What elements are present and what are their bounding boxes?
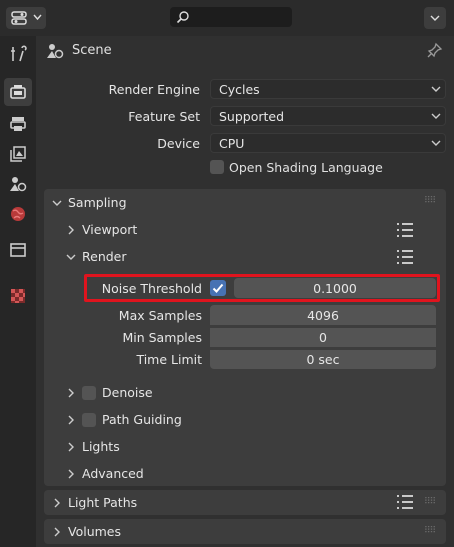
- device-dropdown[interactable]: CPU: [210, 133, 446, 153]
- tab-collection[interactable]: [4, 236, 32, 264]
- volumes-header[interactable]: Volumes: [52, 524, 121, 539]
- tab-output[interactable]: [4, 110, 32, 138]
- presets-list-icon[interactable]: [396, 249, 414, 265]
- chevron-down-icon: [66, 254, 76, 260]
- path-guiding-checkbox[interactable]: [82, 412, 96, 427]
- tab-scene[interactable]: [4, 170, 32, 198]
- chevron-right-icon: [54, 498, 60, 507]
- tab-view-layer[interactable]: [4, 140, 32, 168]
- output-icon: [10, 117, 26, 131]
- sampling-title: Sampling: [68, 195, 127, 210]
- checkmark-icon: [212, 283, 224, 293]
- tab-texture[interactable]: [4, 282, 32, 310]
- chevron-down-icon: [52, 200, 62, 206]
- scene-icon: [10, 177, 27, 192]
- chevron-right-icon: [68, 442, 74, 451]
- collection-icon: [10, 243, 26, 257]
- chevron-down-icon: [430, 15, 440, 21]
- viewport-label: Viewport: [82, 222, 138, 237]
- tool-icon: [11, 45, 27, 62]
- search-input[interactable]: [170, 7, 292, 27]
- time-limit-field[interactable]: 0 sec: [210, 349, 436, 369]
- chevron-right-icon: [54, 527, 60, 536]
- chevron-down-icon: [431, 113, 441, 119]
- noise-threshold-field[interactable]: 0.1000: [234, 278, 436, 298]
- volumes-title: Volumes: [68, 524, 122, 539]
- feature-set-label: Feature Set: [128, 109, 200, 124]
- lights-subpanel-header[interactable]: Lights: [66, 439, 120, 454]
- path-guiding-label: Path Guiding: [102, 412, 182, 427]
- lights-label: Lights: [82, 439, 120, 454]
- device-label: Device: [157, 136, 200, 151]
- render-icon: [10, 85, 26, 99]
- tab-world[interactable]: [4, 200, 32, 228]
- tab-tool[interactable]: [4, 40, 32, 68]
- denoise-label: Denoise: [102, 385, 153, 400]
- viewport-subpanel-header[interactable]: Viewport: [66, 222, 137, 237]
- presets-list-icon[interactable]: [396, 222, 414, 238]
- texture-icon: [11, 289, 25, 303]
- presets-list-icon[interactable]: [396, 494, 414, 510]
- render-engine-dropdown[interactable]: Cycles: [210, 79, 446, 99]
- osl-checkbox[interactable]: [210, 160, 224, 174]
- advanced-subpanel-header[interactable]: Advanced: [66, 466, 144, 481]
- osl-label: Open Shading Language: [229, 160, 383, 175]
- path-guiding-subpanel-header[interactable]: Path Guiding: [66, 412, 182, 427]
- chevron-down-icon: [431, 86, 441, 92]
- breadcrumb: Scene: [72, 43, 112, 58]
- editor-type-button[interactable]: [6, 7, 46, 29]
- chevron-right-icon: [68, 225, 74, 234]
- tab-render[interactable]: [4, 78, 32, 106]
- chevron-down-icon: [33, 14, 42, 21]
- properties-editor-icon: [11, 11, 27, 25]
- search-icon: [176, 11, 189, 24]
- render-engine-value: Cycles: [219, 81, 260, 97]
- max-samples-label: Max Samples: [118, 308, 202, 323]
- feature-set-value: Supported: [219, 108, 285, 124]
- drag-handle-icon[interactable]: ⠿⠿: [424, 196, 436, 206]
- denoise-checkbox[interactable]: [82, 385, 96, 400]
- max-samples-field[interactable]: 4096: [210, 305, 436, 325]
- min-samples-label: Min Samples: [122, 330, 202, 345]
- light-paths-header[interactable]: Light Paths: [52, 495, 137, 510]
- noise-threshold-label: Noise Threshold: [101, 281, 202, 296]
- render-subpanel-header[interactable]: Render: [66, 249, 127, 264]
- pin-icon[interactable]: [427, 42, 443, 58]
- render-engine-label: Render Engine: [108, 82, 200, 97]
- light-paths-title: Light Paths: [68, 495, 138, 510]
- denoise-subpanel-header[interactable]: Denoise: [66, 385, 153, 400]
- chevron-right-icon: [68, 469, 74, 478]
- device-value: CPU: [219, 135, 245, 151]
- time-limit-label: Time Limit: [136, 352, 202, 367]
- header-menu-button[interactable]: [424, 7, 446, 29]
- view-layer-icon: [10, 146, 26, 162]
- noise-threshold-checkbox[interactable]: [210, 280, 226, 296]
- chevron-right-icon: [68, 388, 74, 397]
- render-label: Render: [82, 249, 127, 264]
- min-samples-field[interactable]: 0: [210, 327, 436, 347]
- drag-handle-icon[interactable]: ⠿⠿: [424, 526, 436, 536]
- chevron-right-icon: [68, 415, 74, 424]
- drag-handle-icon[interactable]: ⠿⠿: [424, 497, 436, 507]
- feature-set-dropdown[interactable]: Supported: [210, 106, 446, 126]
- sampling-header[interactable]: Sampling: [52, 195, 127, 210]
- chevron-down-icon: [431, 140, 441, 146]
- world-icon: [11, 207, 25, 221]
- advanced-label: Advanced: [82, 466, 144, 481]
- scene-icon: [47, 44, 64, 59]
